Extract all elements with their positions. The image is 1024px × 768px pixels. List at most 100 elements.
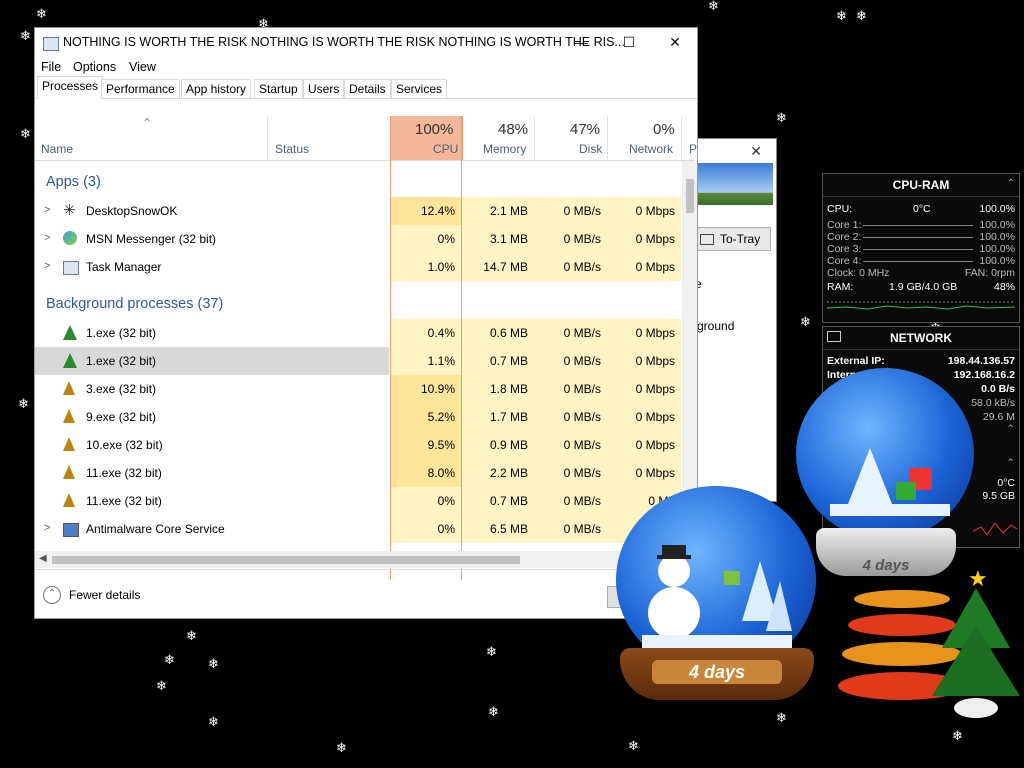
monitor-icon	[827, 331, 841, 342]
clock-readout: Clock: 0 MHz	[827, 267, 890, 279]
expand-chevron-icon[interactable]: >	[44, 204, 50, 216]
snow-globe-right: 4 days	[796, 368, 976, 586]
process-row[interactable]: 11.exe (32 bit) 8.0% 2.2 MB 0 MB/s 0 Mbps	[35, 459, 681, 487]
title-bar[interactable]: NOTHING IS WORTH THE RISK NOTHING IS WOR…	[35, 28, 697, 56]
process-name-cell[interactable]: > Task Manager	[35, 253, 389, 281]
process-list: Apps (3) > ✳ DesktopSnowOK 12.4% 2.1 MB 0 MB/s…	[35, 161, 681, 551]
process-name-cell[interactable]: 11.exe (32 bit)	[35, 459, 389, 487]
close-icon[interactable]: ✕	[750, 143, 762, 160]
scroll-thumb[interactable]	[52, 556, 520, 564]
sort-up-icon[interactable]: ⌃	[142, 116, 152, 130]
process-row[interactable]: >Antimalware Core Service0%6.5 MB0 MB/s0…	[35, 515, 681, 543]
close-button[interactable]: ✕	[652, 28, 698, 56]
network-cell: 0 Mbps	[607, 225, 681, 253]
menu-bar: File Options View	[35, 56, 697, 76]
menu-options[interactable]: Options	[73, 60, 116, 74]
minimize-button[interactable]: —	[558, 28, 604, 56]
collapse-icon[interactable]: ⌃	[1006, 423, 1015, 435]
snowflake-icon: ❄	[208, 657, 219, 672]
horizontal-scrollbar[interactable]: ◀	[35, 551, 681, 568]
disk-graph	[973, 522, 1017, 536]
snowflake-app-icon: ✳	[63, 202, 76, 219]
process-name: Antimalware Core Service	[86, 522, 225, 536]
scroll-thumb[interactable]	[686, 179, 694, 213]
tab-details[interactable]: Details	[344, 79, 391, 98]
process-row[interactable]: 1.exe (32 bit) 1.1% 0.7 MB 0 MB/s 0 Mbps	[35, 347, 681, 375]
process-row[interactable]: 11.exe (32 bit)0%0.7 MB0 MB/s0 Mb	[35, 487, 681, 515]
tab-processes[interactable]: Processes	[37, 76, 104, 99]
menu-view[interactable]: View	[129, 60, 156, 74]
col-cpu[interactable]: CPU	[433, 142, 458, 156]
menu-file[interactable]: File	[41, 60, 61, 74]
column-divider	[607, 116, 608, 160]
tab-app-history[interactable]: App history	[181, 79, 252, 98]
memory-cell: 1.7 MB	[461, 403, 534, 431]
core-label: Core 3:	[827, 243, 862, 255]
process-name: 3.exe (32 bit)	[86, 382, 157, 396]
snowflake-icon: ❄	[488, 705, 499, 720]
cpu-cell: 0%	[390, 225, 461, 253]
col-memory[interactable]: Memory	[483, 142, 526, 156]
network-percent[interactable]: 0%	[653, 121, 675, 138]
process-name-cell[interactable]: 11.exe (32 bit)	[35, 487, 389, 515]
cpu-cell: 0.4%	[390, 319, 461, 347]
process-name-cell[interactable]: > MSN Messenger (32 bit)	[35, 225, 389, 253]
snowflake-icon: ❄	[486, 645, 497, 660]
col-disk[interactable]: Disk	[579, 142, 602, 156]
process-name-cell[interactable]: 1.exe (32 bit)	[35, 319, 389, 347]
col-status[interactable]: Status	[275, 142, 309, 156]
process-row[interactable]: > Task Manager 1.0% 14.7 MB 0 MB/s 0 Mbps	[35, 253, 681, 281]
expand-chevron-icon[interactable]: >	[44, 522, 50, 534]
gadget-title: CPU-RAM	[823, 174, 1019, 197]
expand-chevron-icon[interactable]: >	[44, 260, 50, 272]
process-name-cell[interactable]: 3.exe (32 bit)	[35, 375, 389, 403]
countdown-label: 4 days	[862, 557, 910, 574]
process-row[interactable]: > MSN Messenger (32 bit) 0% 3.1 MB 0 MB/s 0 M…	[35, 225, 681, 253]
fewer-details-link[interactable]: Fewer details	[69, 588, 140, 602]
process-name-cell[interactable]: 1.exe (32 bit)	[35, 347, 389, 375]
col-network[interactable]: Network	[629, 142, 673, 156]
process-row[interactable]: 9.exe (32 bit) 5.2% 1.7 MB 0 MB/s 0 Mbps	[35, 403, 681, 431]
tab-strip: Processes Performance App history Startu…	[35, 76, 697, 99]
collapse-icon[interactable]: ⌃	[1006, 457, 1015, 469]
tab-startup[interactable]: Startup	[254, 79, 303, 98]
process-row[interactable]: 10.exe (32 bit) 9.5% 0.9 MB 0 MB/s 0 Mbps	[35, 431, 681, 459]
tab-services[interactable]: Services	[391, 79, 448, 98]
scroll-left-icon[interactable]: ◀	[39, 553, 47, 564]
ram-percent: 48%	[993, 281, 1015, 293]
col-power[interactable]: P	[689, 142, 697, 156]
maximize-button[interactable]: ☐	[606, 28, 652, 56]
core-value: 100.0%	[979, 255, 1015, 267]
tab-users[interactable]: Users	[303, 79, 345, 98]
tab-performance[interactable]: Performance	[101, 79, 180, 98]
external-ip-label: External IP:	[827, 355, 885, 367]
snowflake-icon: ❄	[186, 629, 197, 644]
cpu-percent[interactable]: 100%	[415, 121, 453, 138]
process-row[interactable]: 1.exe (32 bit) 0.4% 0.6 MB 0 MB/s 0 Mbps	[35, 319, 681, 347]
col-name[interactable]: Name	[41, 142, 73, 156]
process-row[interactable]: > ✳ DesktopSnowOK 12.4% 2.1 MB 0 MB/s 0 Mbps	[35, 197, 681, 225]
to-tray-label: To-Tray	[720, 232, 761, 246]
process-name-cell[interactable]: 9.exe (32 bit)	[35, 403, 389, 431]
process-name-cell[interactable]: > ✳ DesktopSnowOK	[35, 197, 389, 225]
to-tray-button[interactable]: To-Tray	[693, 227, 771, 251]
disk-percent[interactable]: 47%	[570, 121, 600, 138]
process-name: DesktopSnowOK	[86, 204, 178, 218]
collapse-icon[interactable]: ⌃	[1007, 178, 1015, 189]
column-divider	[267, 116, 268, 160]
process-row[interactable]: 3.exe (32 bit) 10.9% 1.8 MB 0 MB/s 0 Mbps	[35, 375, 681, 403]
snowflake-icon: ❄	[628, 739, 639, 754]
snowflake-icon: ❄	[708, 0, 719, 14]
expand-chevron-icon[interactable]: >	[44, 232, 50, 244]
chevron-up-icon[interactable]: ⌃	[43, 586, 61, 604]
temp-readout: 0°C	[997, 477, 1015, 489]
memory-cell: 0.7 MB	[461, 487, 534, 515]
process-name-cell[interactable]: 10.exe (32 bit)	[35, 431, 389, 459]
task-manager-icon	[63, 259, 79, 275]
memory-percent[interactable]: 48%	[498, 121, 528, 138]
snowflake-icon: ❄	[20, 29, 31, 44]
process-name-cell[interactable]: > Antimalware Core Service	[35, 515, 389, 543]
cpu-ram-gadget: CPU-RAM ⌃ CPU: 0°C 100.0% Core 1: 100.0% C…	[822, 173, 1020, 323]
wallpaper-thumbnail	[695, 163, 773, 205]
cpu-label: CPU:	[827, 203, 853, 215]
